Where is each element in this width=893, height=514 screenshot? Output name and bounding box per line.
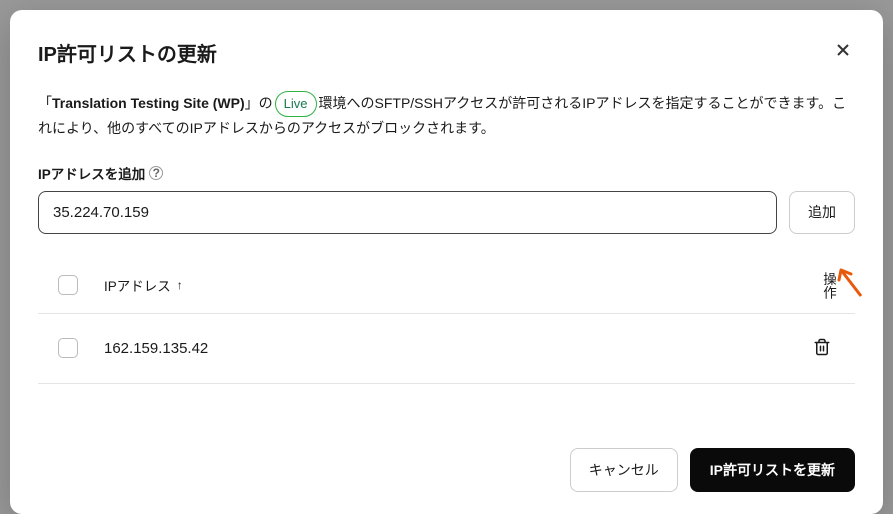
add-button[interactable]: 追加	[789, 191, 855, 234]
select-all-checkbox[interactable]	[58, 275, 78, 295]
site-name: Translation Testing Site (WP)	[52, 95, 245, 111]
sort-arrow-icon: ↑	[177, 278, 183, 292]
actions-column-header: 操作	[815, 272, 835, 299]
delete-button[interactable]	[809, 334, 835, 363]
ip-input[interactable]	[38, 191, 777, 234]
desc-mid1: 」の	[245, 95, 273, 111]
cancel-button[interactable]: キャンセル	[570, 448, 678, 492]
table-header: IPアドレス ↑ 操作	[38, 262, 855, 314]
add-ip-label-text: IPアドレスを追加	[38, 163, 145, 183]
row-checkbox[interactable]	[58, 338, 78, 358]
modal-description: 「Translation Testing Site (WP)」のLive環境への…	[38, 91, 855, 141]
ip-column-header-text: IPアドレス	[104, 275, 171, 295]
trash-icon	[813, 338, 831, 356]
submit-button[interactable]: IP許可リストを更新	[690, 448, 855, 492]
close-icon	[835, 42, 851, 58]
row-actions	[809, 334, 835, 363]
ip-column-header[interactable]: IPアドレス ↑	[104, 275, 183, 295]
add-ip-row: 追加	[38, 191, 855, 234]
help-icon[interactable]: ?	[149, 166, 163, 180]
table-row: 162.159.135.42	[38, 314, 855, 384]
ip-table: IPアドレス ↑ 操作 162.159.135.42	[38, 262, 855, 428]
desc-prefix: 「	[38, 95, 52, 111]
modal-title: IP許可リストの更新	[38, 38, 217, 67]
modal-header: IP許可リストの更新	[38, 38, 855, 67]
modal-footer: キャンセル IP許可リストを更新	[38, 428, 855, 492]
ip-cell: 162.159.135.42	[104, 340, 208, 357]
ip-allowlist-modal: IP許可リストの更新 「Translation Testing Site (WP…	[10, 10, 883, 514]
add-ip-label: IPアドレスを追加 ?	[38, 163, 855, 183]
env-badge: Live	[275, 91, 317, 117]
close-button[interactable]	[831, 38, 855, 67]
